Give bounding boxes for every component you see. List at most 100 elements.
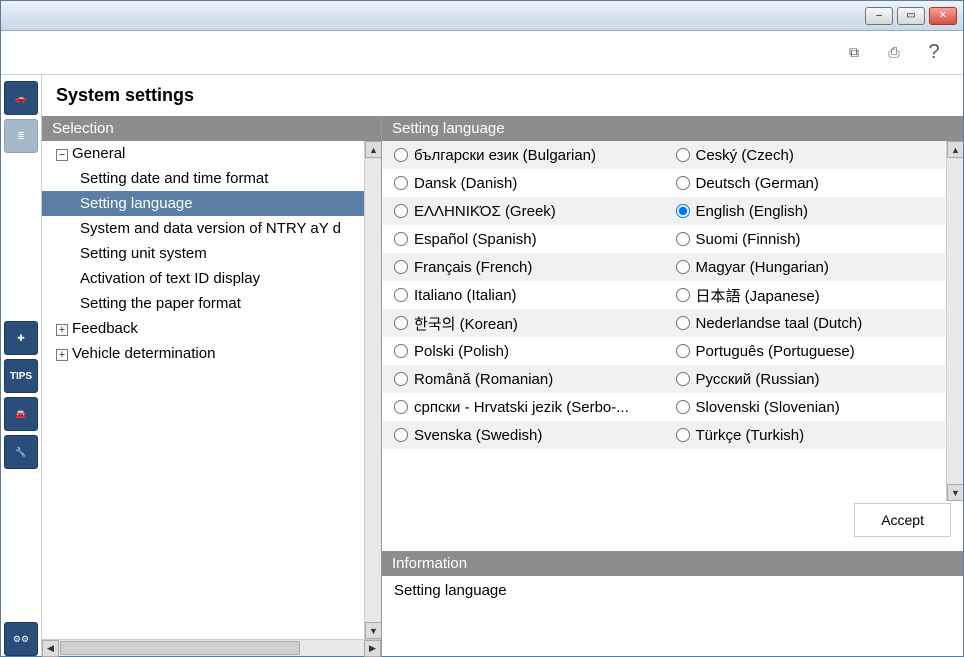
language-option[interactable]: 日本語 (Japanese)	[664, 281, 946, 309]
maximize-button[interactable]: ▭	[897, 7, 925, 25]
language-radio[interactable]	[676, 316, 690, 330]
language-option[interactable]: български език (Bulgarian)	[382, 141, 664, 169]
language-radio[interactable]	[394, 428, 408, 442]
language-option[interactable]: English (English)	[664, 197, 946, 225]
language-label: 한국의 (Korean)	[414, 313, 518, 334]
expand-icon[interactable]: +	[56, 349, 68, 361]
language-radio[interactable]	[676, 232, 690, 246]
tree-item[interactable]: Setting the paper format	[42, 291, 381, 316]
close-button[interactable]: ✕	[929, 7, 957, 25]
collapse-icon[interactable]: −	[56, 149, 68, 161]
tree-item[interactable]: Setting unit system	[42, 241, 381, 266]
language-grid: български език (Bulgarian) Dansk (Danish)…	[382, 141, 963, 501]
language-option[interactable]: Français (French)	[382, 253, 664, 281]
language-option[interactable]: Nederlandse taal (Dutch)	[664, 309, 946, 337]
language-option[interactable]: ΕΛΛΗΝΙΚΌΣ (Greek)	[382, 197, 664, 225]
language-radio[interactable]	[394, 260, 408, 274]
tree-item[interactable]: Setting date and time format	[42, 166, 381, 191]
tree-item[interactable]: −General	[42, 141, 381, 166]
tree-item-label: Setting language	[80, 195, 193, 212]
tree-item-label: Setting date and time format	[80, 170, 268, 187]
scroll-thumb[interactable]	[60, 641, 300, 655]
tree-item[interactable]: +Vehicle determination	[42, 341, 381, 366]
scroll-left-icon[interactable]: ◀	[42, 640, 59, 657]
language-option[interactable]: Svenska (Swedish)	[382, 421, 664, 449]
language-radio[interactable]	[394, 316, 408, 330]
language-label: български език (Bulgarian)	[414, 147, 596, 164]
language-option[interactable]: Slovenski (Slovenian)	[664, 393, 946, 421]
language-option[interactable]: Magyar (Hungarian)	[664, 253, 946, 281]
language-radio[interactable]	[676, 400, 690, 414]
language-radio[interactable]	[394, 400, 408, 414]
language-option[interactable]: Русский (Russian)	[664, 365, 946, 393]
minimize-button[interactable]: –	[865, 7, 893, 25]
language-radio[interactable]	[676, 260, 690, 274]
language-option[interactable]: Deutsch (German)	[664, 169, 946, 197]
tree-scrollbar[interactable]: ▲ ▼	[364, 141, 381, 639]
accept-button[interactable]: Accept	[854, 503, 951, 537]
titlebar: – ▭ ✕	[1, 1, 963, 31]
top-toolbar: ⧉ ⎙ ?	[1, 31, 963, 75]
language-label: Română (Romanian)	[414, 371, 553, 388]
help-icon[interactable]: ?	[923, 42, 945, 64]
language-label: српски - Hrvatski jezik (Serbo-...	[414, 399, 629, 416]
expand-icon[interactable]: +	[56, 324, 68, 336]
scroll-right-icon[interactable]: ▶	[364, 640, 381, 657]
two-column-layout: Selection −GeneralSetting date and time …	[42, 116, 963, 656]
language-label: Dansk (Danish)	[414, 175, 517, 192]
language-radio[interactable]	[676, 204, 690, 218]
scroll-down-icon[interactable]: ▼	[947, 484, 963, 501]
tree-item-label: Feedback	[72, 320, 138, 337]
language-radio[interactable]	[676, 288, 690, 302]
nav-gears-icon[interactable]: ⚙⚙	[4, 622, 38, 656]
tree-item[interactable]: Setting language	[42, 191, 381, 216]
nav-tips-icon[interactable]: TIPS	[4, 359, 38, 393]
language-header: Setting language	[382, 116, 963, 141]
nav-diag-icon[interactable]: ✚	[4, 321, 38, 355]
language-radio[interactable]	[676, 176, 690, 190]
language-option[interactable]: Ceský (Czech)	[664, 141, 946, 169]
nav-tool-icon[interactable]: 🔧	[4, 435, 38, 469]
language-radio[interactable]	[394, 232, 408, 246]
language-list-area: български език (Bulgarian) Dansk (Danish)…	[382, 141, 963, 501]
language-option[interactable]: Italiano (Italian)	[382, 281, 664, 309]
nav-doc-icon[interactable]: ≣	[4, 119, 38, 153]
language-radio[interactable]	[394, 288, 408, 302]
tree-item[interactable]: System and data version of NTRY aY d	[42, 216, 381, 241]
language-option[interactable]: Dansk (Danish)	[382, 169, 664, 197]
scroll-down-icon[interactable]: ▼	[365, 622, 381, 639]
language-option[interactable]: Português (Portuguese)	[664, 337, 946, 365]
app-window: – ▭ ✕ ⧉ ⎙ ? 🚗 ≣ ✚ TIPS 🚘 🔧 ⚙⚙ System set…	[0, 0, 964, 657]
language-option[interactable]: Polski (Polish)	[382, 337, 664, 365]
copy-icon[interactable]: ⧉	[843, 42, 865, 64]
language-radio[interactable]	[676, 428, 690, 442]
language-option[interactable]: српски - Hrvatski jezik (Serbo-...	[382, 393, 664, 421]
language-label: Deutsch (German)	[696, 175, 819, 192]
tree-hscrollbar[interactable]: ◀ ▶	[42, 639, 381, 656]
language-radio[interactable]	[676, 344, 690, 358]
language-radio[interactable]	[676, 148, 690, 162]
language-label: Français (French)	[414, 259, 532, 276]
scroll-up-icon[interactable]: ▲	[947, 141, 963, 158]
language-option[interactable]: Español (Spanish)	[382, 225, 664, 253]
language-radio[interactable]	[394, 148, 408, 162]
language-option[interactable]: Suomi (Finnish)	[664, 225, 946, 253]
language-option[interactable]: Română (Romanian)	[382, 365, 664, 393]
body-area: 🚗 ≣ ✚ TIPS 🚘 🔧 ⚙⚙ System settings Select…	[1, 75, 963, 656]
language-column-left: български език (Bulgarian) Dansk (Danish)…	[382, 141, 664, 501]
print-icon[interactable]: ⎙	[883, 42, 905, 64]
language-radio[interactable]	[394, 176, 408, 190]
language-option[interactable]: 한국의 (Korean)	[382, 309, 664, 337]
nav-car2-icon[interactable]: 🚘	[4, 397, 38, 431]
language-radio[interactable]	[394, 204, 408, 218]
scroll-up-icon[interactable]: ▲	[365, 141, 381, 158]
language-radio[interactable]	[394, 372, 408, 386]
nav-car-icon[interactable]: 🚗	[4, 81, 38, 115]
language-scrollbar[interactable]: ▲ ▼	[946, 141, 963, 501]
language-option[interactable]: Türkçe (Turkish)	[664, 421, 946, 449]
language-radio[interactable]	[676, 372, 690, 386]
tree-item-label: Setting the paper format	[80, 295, 241, 312]
tree-item[interactable]: + Feedback	[42, 316, 381, 341]
language-radio[interactable]	[394, 344, 408, 358]
tree-item[interactable]: Activation of text ID display	[42, 266, 381, 291]
